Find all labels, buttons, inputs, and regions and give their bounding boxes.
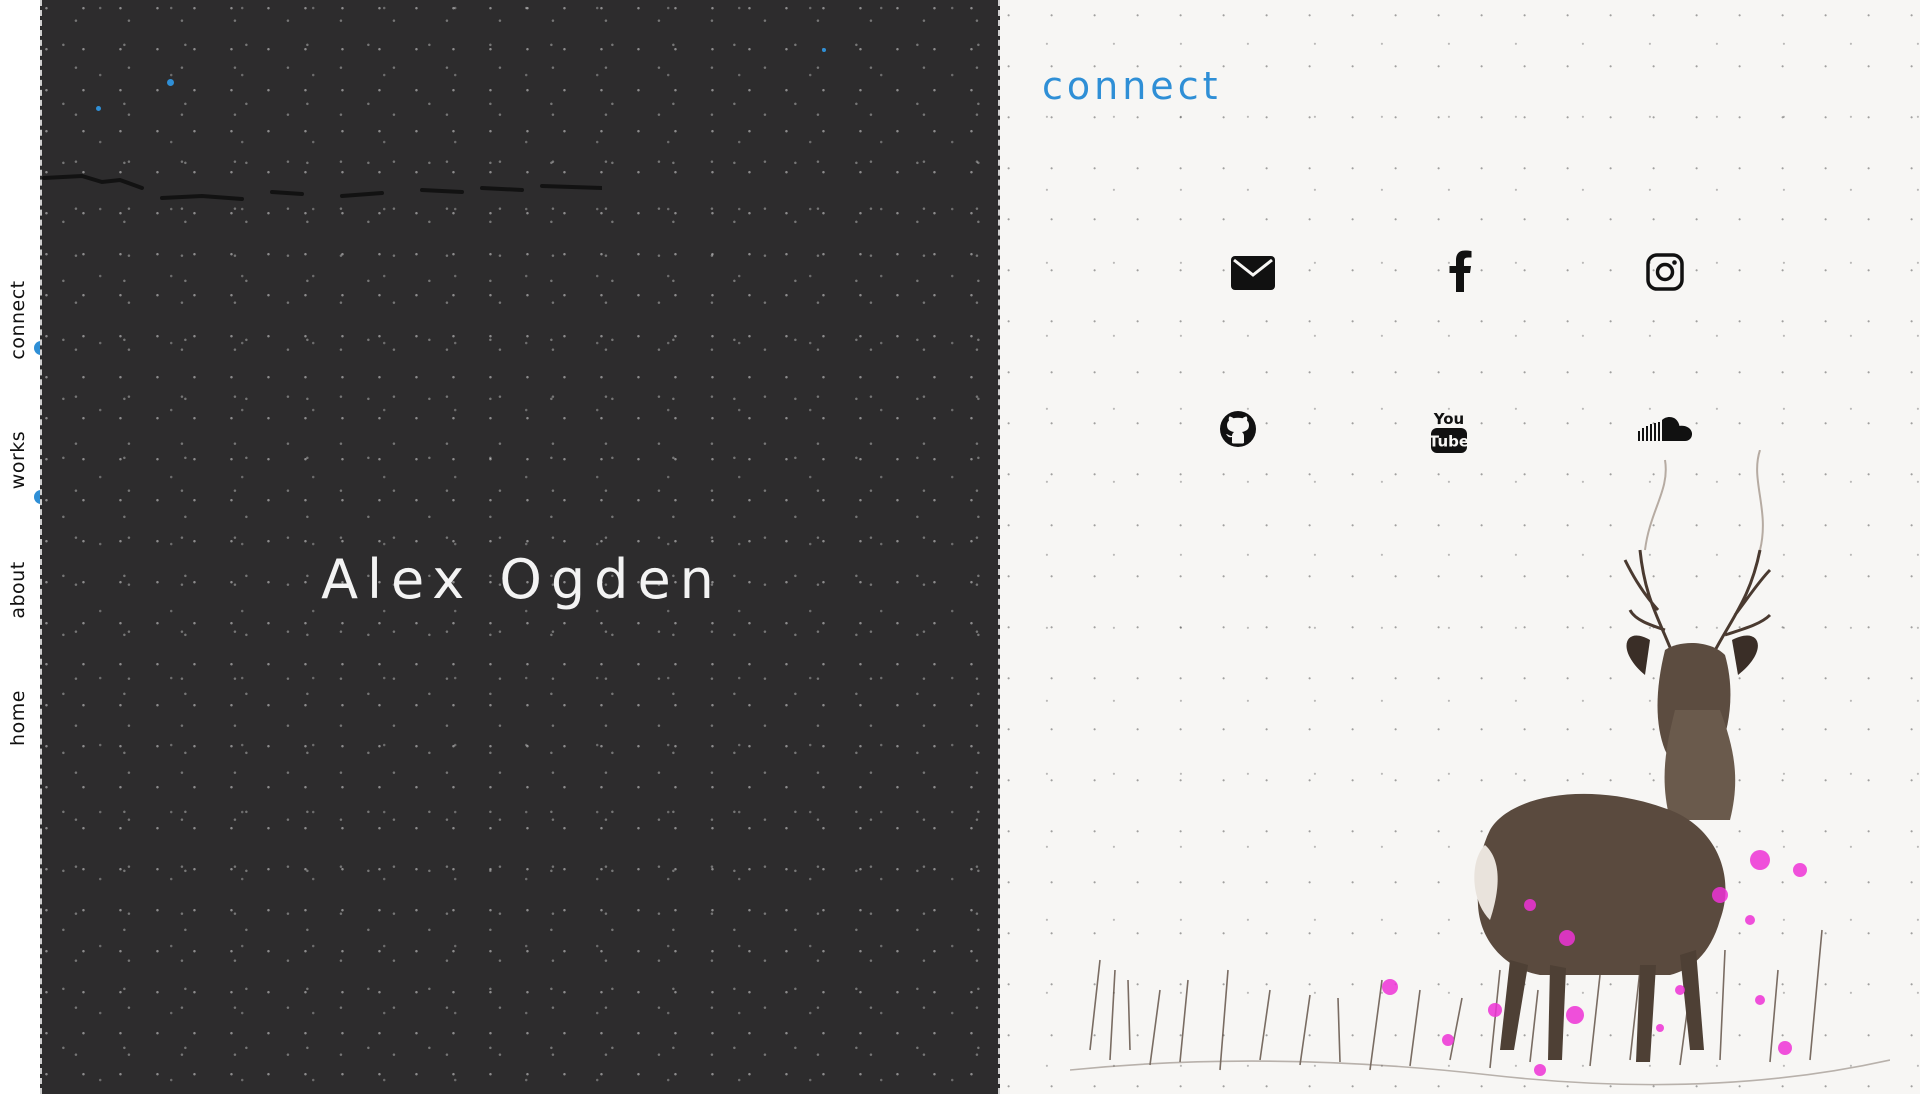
blue-speck xyxy=(822,48,826,52)
nav-item-works[interactable]: works xyxy=(7,431,29,489)
ink-streak xyxy=(42,173,602,201)
nav-item-connect[interactable]: connect xyxy=(7,280,29,359)
side-nav: connect works about home xyxy=(0,0,48,1094)
github-icon xyxy=(1220,411,1256,447)
youtube-logo-top: You xyxy=(1433,410,1464,428)
connect-title: connect xyxy=(1042,64,1222,108)
deer-illustration xyxy=(1070,450,1890,1086)
youtube-icon: You Tube xyxy=(1430,410,1468,453)
facebook-link[interactable] xyxy=(1448,250,1472,292)
envelope-icon xyxy=(1231,256,1275,290)
instagram-icon xyxy=(1646,253,1684,291)
nav-item-home[interactable]: home xyxy=(7,690,29,746)
blue-speck xyxy=(96,106,101,111)
soundcloud-icon xyxy=(1638,416,1693,441)
soundcloud-link[interactable] xyxy=(1637,415,1693,443)
nav-item-about[interactable]: about xyxy=(7,561,29,618)
instagram-link[interactable] xyxy=(1646,253,1684,291)
hero-name: Alex Ogden xyxy=(321,548,723,612)
youtube-logo-bottom: Tube xyxy=(1430,433,1468,451)
facebook-icon xyxy=(1449,250,1472,292)
page: connect works about home Alex Ogden conn… xyxy=(0,0,1920,1094)
youtube-link[interactable]: You Tube xyxy=(1430,408,1468,454)
hero-panel: Alex Ogden xyxy=(40,0,1000,1094)
email-link[interactable] xyxy=(1231,256,1275,290)
github-link[interactable] xyxy=(1219,410,1257,448)
blue-speck xyxy=(167,79,174,86)
